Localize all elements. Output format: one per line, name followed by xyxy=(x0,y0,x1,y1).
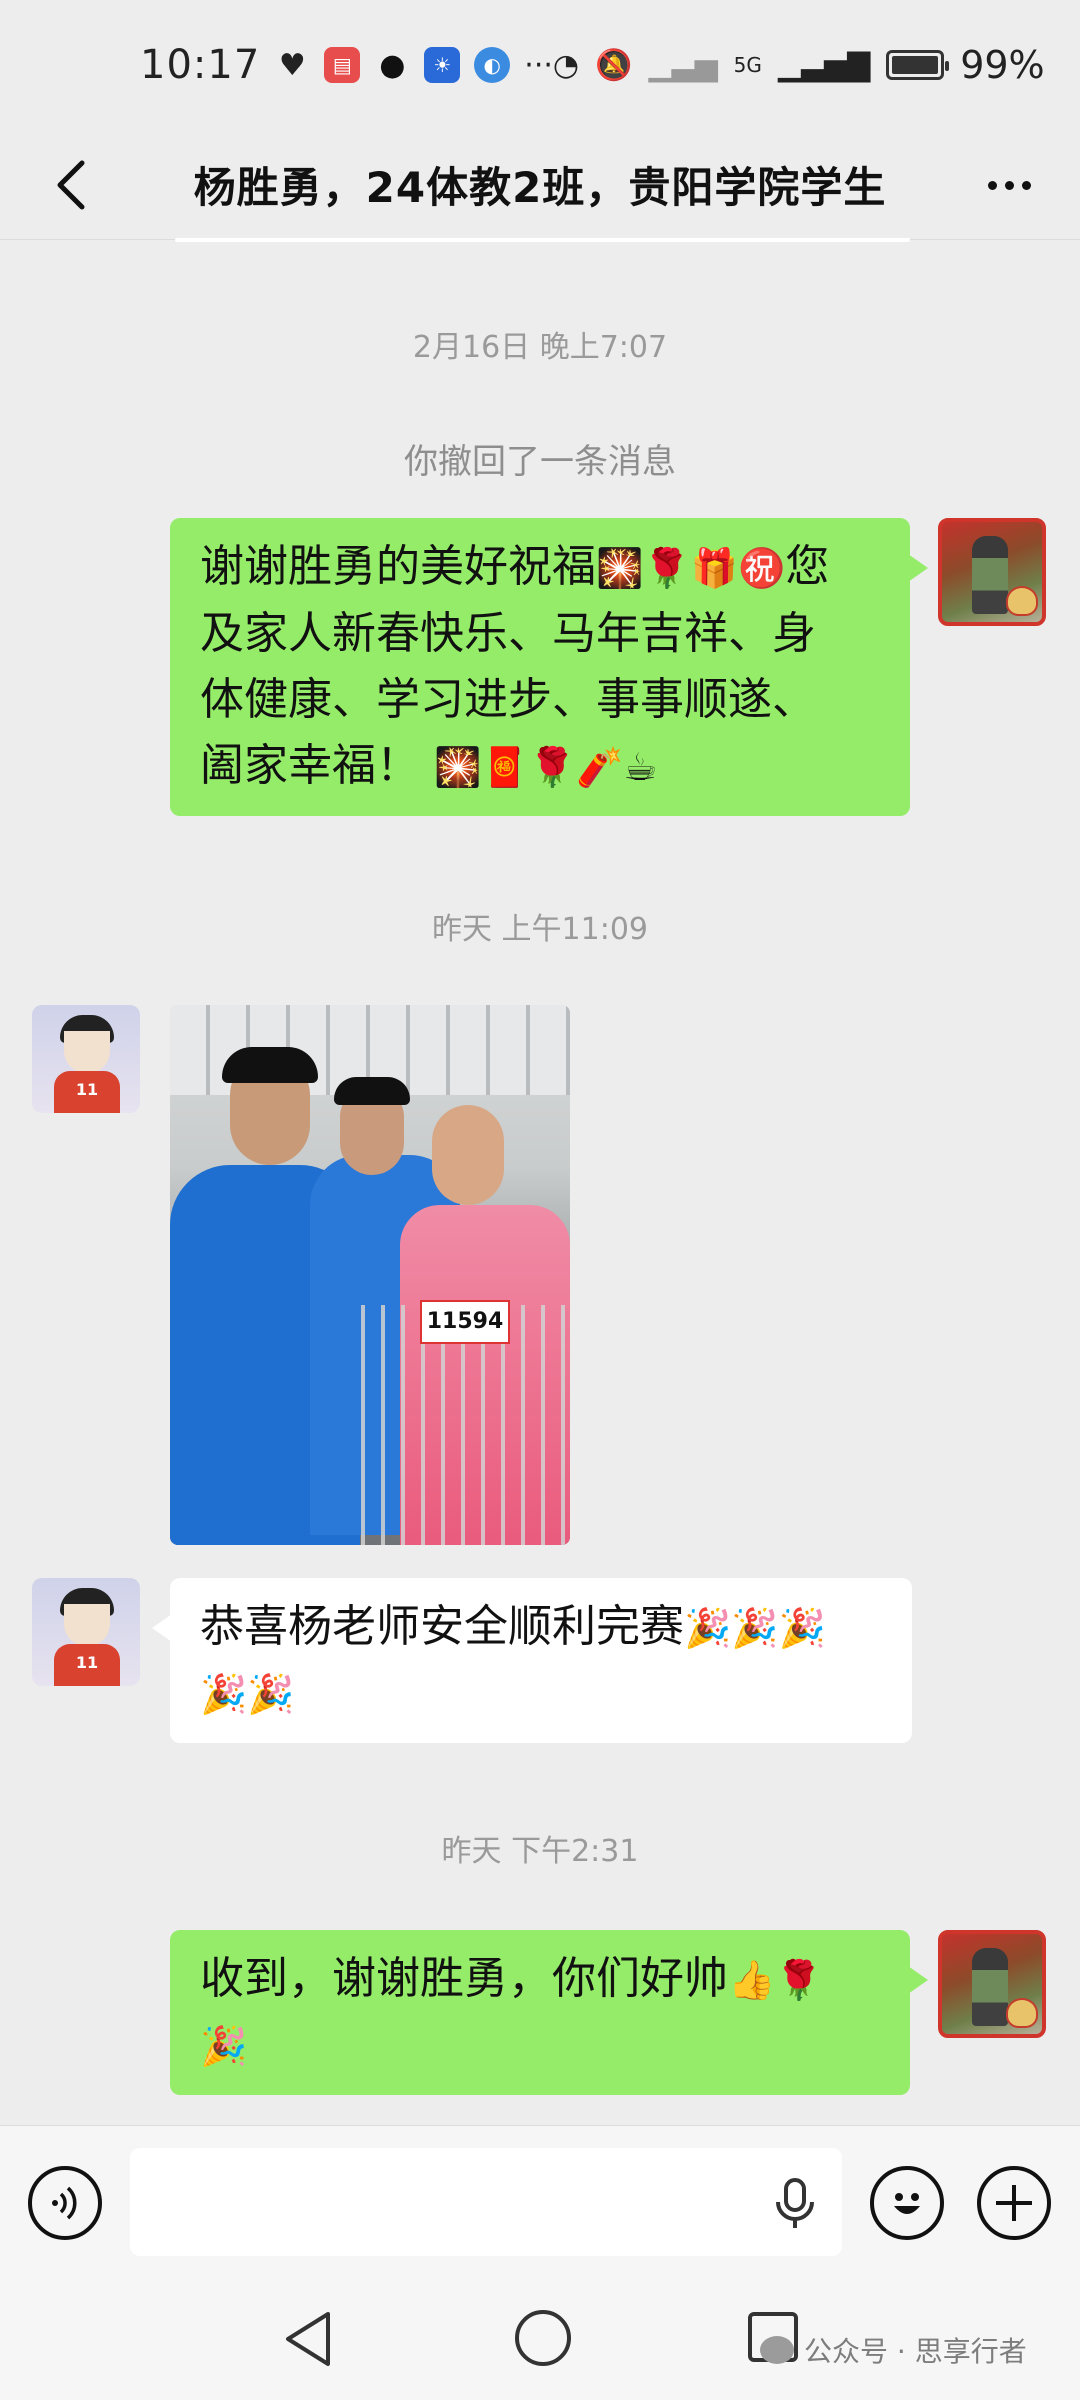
message-line: 收到，谢谢胜勇，你们好帅👍🌹 xyxy=(200,1953,823,2004)
dot-icon xyxy=(1021,180,1031,190)
speed-icon: ◔ xyxy=(552,47,580,83)
status-right: ◔ 🔕 ▁▃▅ 5G ▁▃▅▇ 99% xyxy=(553,43,1045,87)
timestamp: 昨天 下午2:31 xyxy=(441,1834,639,1869)
recalled-message-note: 你撤回了一条消息 xyxy=(404,442,676,482)
photo-cap-left xyxy=(222,1047,318,1083)
emoji-group: 🎉🎉🎉 xyxy=(684,1606,826,1650)
voice-icon xyxy=(52,2186,77,2220)
contact-avatar[interactable]: 11 xyxy=(32,1005,140,1113)
emoji-group: 👍🌹 xyxy=(728,1958,823,2002)
emoji-group: 🎉 xyxy=(200,2024,248,2068)
network-type: 5G xyxy=(733,53,762,77)
mute-bell-icon: 🔕 xyxy=(595,47,633,83)
avatar-jersey: 11 xyxy=(54,1644,120,1686)
input-bar xyxy=(0,2125,1080,2280)
my-message-bubble[interactable]: 收到，谢谢胜勇，你们好帅👍🌹 🎉 xyxy=(170,1930,928,2095)
avatar-jersey: 11 xyxy=(54,1071,120,1113)
watermark: 公众号 · 思享行者 xyxy=(760,2330,1027,2370)
avatar-figure xyxy=(972,1948,1008,2026)
photo-message[interactable]: 11594 xyxy=(170,1005,570,1545)
photo-cap-middle xyxy=(334,1077,410,1105)
bulb-icon: ☀ xyxy=(424,47,461,83)
microphone-icon[interactable] xyxy=(770,2176,820,2232)
message-line: 谢谢胜勇的美好祝福🎇🌹🎁㊗️您 xyxy=(200,541,830,592)
avatar-figure xyxy=(972,536,1008,614)
message-line: 阖家幸福！ 🎇🧧🌹🧨☕ xyxy=(200,740,658,791)
nav-back-icon[interactable] xyxy=(278,2308,340,2370)
heart-rate-icon: ♥ xyxy=(278,47,306,83)
signal-icon: ▁▃▅▇ xyxy=(777,47,871,83)
message-input[interactable] xyxy=(130,2148,842,2256)
my-avatar[interactable] xyxy=(938,518,1046,626)
browser-icon: ◐ xyxy=(474,47,511,83)
message-line: 体健康、学习进步、事事顺遂、 xyxy=(200,674,816,725)
signal-off-icon: ▁▃▅ xyxy=(648,47,718,83)
dot-icon xyxy=(1004,180,1014,190)
timestamp: 昨天 上午11:09 xyxy=(432,912,648,947)
my-message-bubble[interactable]: 谢谢胜勇的美好祝福🎇🌹🎁㊗️您 及家人新春快乐、马年吉祥、身 体健康、学习进步、… xyxy=(170,518,928,816)
wechat-logo-icon xyxy=(760,2336,794,2364)
watermark-text: 公众号 · 思享行者 xyxy=(804,2335,1027,2368)
system-nav-bar: 公众号 · 思享行者 xyxy=(0,2280,1080,2400)
back-button[interactable] xyxy=(36,150,106,220)
battery-icon xyxy=(886,50,950,80)
contact-avatar[interactable]: 11 xyxy=(32,1578,140,1686)
chevron-left-icon xyxy=(57,160,85,210)
qq-icon: ● xyxy=(379,47,406,83)
huawei-appgallery-icon: ▤ xyxy=(324,47,361,83)
lion-dance-icon xyxy=(1006,1998,1038,2028)
photo-runner-head xyxy=(432,1105,504,1205)
lion-dance-icon xyxy=(1006,586,1038,616)
timestamp: 2月16日 晚上7:07 xyxy=(412,330,668,365)
status-left: 10:17 ♥ ▤ ● ☀ ◐ ··· xyxy=(140,42,553,88)
voice-button[interactable] xyxy=(28,2166,102,2240)
battery-fill xyxy=(892,56,938,74)
race-bib: 11594 xyxy=(420,1300,510,1344)
chat-header: 杨胜勇，24体教2班，贵阳学院学生 xyxy=(0,130,1080,240)
emoji-group: 🎉🎉 xyxy=(200,1672,295,1716)
emoji-button[interactable] xyxy=(870,2166,944,2240)
emoji-group: 🎇🌹🎁㊗️ xyxy=(596,546,786,590)
status-time: 10:17 xyxy=(140,42,261,88)
message-line: 恭喜杨老师安全顺利完赛🎉🎉🎉 xyxy=(200,1601,826,1652)
emoji-group: 🎇🧧🌹🧨☕ xyxy=(434,745,658,789)
more-notifications-icon: ··· xyxy=(524,47,553,83)
emoji-icon xyxy=(894,2193,920,2214)
avatar-face xyxy=(64,1031,110,1073)
dot-icon xyxy=(987,180,997,190)
chat-title: 杨胜勇，24体教2班，贵阳学院学生 xyxy=(193,163,887,212)
avatar-face xyxy=(64,1604,110,1646)
battery-percent: 99% xyxy=(960,43,1045,87)
nav-home-icon[interactable] xyxy=(515,2310,571,2366)
contact-message-bubble[interactable]: 恭喜杨老师安全顺利完赛🎉🎉🎉 🎉🎉 xyxy=(152,1578,912,1743)
my-avatar[interactable] xyxy=(938,1930,1046,2038)
plus-icon xyxy=(996,2185,1032,2221)
more-options-button[interactable] xyxy=(974,150,1044,220)
more-functions-button[interactable] xyxy=(977,2166,1051,2240)
status-bar: 10:17 ♥ ▤ ● ☀ ◐ ··· ◔ 🔕 ▁▃▅ 5G ▁▃▅▇ 99% xyxy=(0,0,1080,130)
previous-message-edge xyxy=(175,238,910,242)
message-line: 及家人新春快乐、马年吉祥、身 xyxy=(200,608,816,659)
